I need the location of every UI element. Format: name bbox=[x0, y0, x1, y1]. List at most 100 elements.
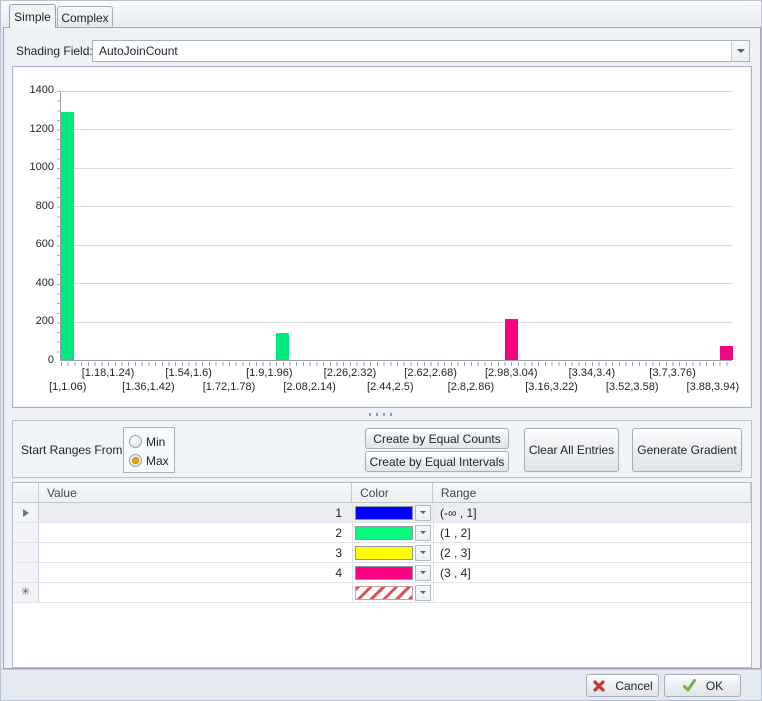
color-dropdown-button[interactable] bbox=[415, 525, 431, 541]
cancel-x-icon bbox=[592, 679, 606, 693]
shading-field-combobox[interactable]: AutoJoinCount bbox=[92, 40, 750, 62]
value-cell[interactable]: 4 bbox=[39, 563, 353, 582]
current-row-arrow-icon bbox=[23, 509, 29, 517]
tab-complex-label: Complex bbox=[61, 11, 108, 25]
tab-page-simple: Shading Field: AutoJoinCount 02004006008… bbox=[3, 27, 761, 669]
range-cell[interactable] bbox=[434, 583, 751, 602]
x-axis-label-upper: [3.7,3.76) bbox=[613, 367, 733, 379]
chart-bar bbox=[61, 112, 74, 360]
color-dropdown-button[interactable] bbox=[415, 505, 431, 521]
y-axis-tick-label: 0 bbox=[16, 354, 54, 366]
color-dropdown-button[interactable] bbox=[415, 585, 431, 601]
radio-max-label: Max bbox=[146, 454, 169, 468]
splitter-dots-icon bbox=[369, 413, 395, 416]
radio-max[interactable]: Max bbox=[129, 451, 174, 470]
color-dropdown-button[interactable] bbox=[415, 545, 431, 561]
histogram-chart-panel: 0200400600800100012001400[1.18,1.24)[1.5… bbox=[12, 66, 752, 408]
cancel-button[interactable]: Cancel bbox=[586, 674, 659, 697]
chart-bar bbox=[276, 333, 289, 360]
color-cell[interactable] bbox=[353, 543, 434, 562]
splitter-handle[interactable] bbox=[12, 410, 752, 418]
combobox-dropdown-button[interactable] bbox=[731, 41, 749, 61]
color-cell[interactable] bbox=[353, 563, 434, 582]
range-cell[interactable]: (2 , 3] bbox=[434, 543, 751, 562]
grid-column-header-value[interactable]: Value bbox=[39, 483, 352, 502]
value-cell[interactable]: 1 bbox=[39, 503, 353, 522]
y-axis-tick-label: 600 bbox=[16, 238, 54, 250]
color-dropdown-button[interactable] bbox=[415, 565, 431, 581]
value-cell[interactable]: 2 bbox=[39, 523, 353, 542]
ok-button-label: OK bbox=[706, 679, 723, 693]
start-ranges-radio-group: Min Max bbox=[123, 427, 175, 473]
row-indicator-cell bbox=[13, 503, 39, 522]
row-indicator-cell: ✳ bbox=[13, 583, 39, 602]
color-cell[interactable] bbox=[353, 503, 434, 522]
y-axis-tick-label: 1200 bbox=[16, 123, 54, 135]
tab-simple[interactable]: Simple bbox=[9, 4, 56, 28]
radio-min-icon bbox=[129, 435, 142, 448]
tab-complex[interactable]: Complex bbox=[57, 6, 113, 28]
chevron-down-icon bbox=[420, 551, 426, 554]
generate-gradient-button[interactable]: Generate Gradient bbox=[632, 428, 742, 472]
chevron-down-icon bbox=[420, 531, 426, 534]
ok-button[interactable]: OK bbox=[664, 674, 741, 697]
clear-all-entries-button[interactable]: Clear All Entries bbox=[524, 428, 619, 472]
color-swatch[interactable] bbox=[355, 506, 413, 520]
color-cell[interactable] bbox=[353, 583, 434, 602]
y-gridline bbox=[61, 168, 733, 169]
grid-indicator-header[interactable] bbox=[13, 483, 39, 502]
grid-row[interactable]: 1 (-∞ , 1] bbox=[13, 503, 751, 523]
radio-min-label: Min bbox=[146, 435, 165, 449]
value-cell[interactable]: 3 bbox=[39, 543, 353, 562]
x-axis-ticks bbox=[61, 362, 733, 366]
y-gridline bbox=[61, 283, 733, 284]
color-swatch[interactable] bbox=[355, 566, 413, 580]
y-gridline bbox=[61, 322, 733, 323]
row-indicator-cell bbox=[13, 563, 39, 582]
x-axis-label-lower: [3.88,3.94) bbox=[653, 381, 762, 393]
chevron-down-icon bbox=[420, 511, 426, 514]
chevron-down-icon bbox=[737, 49, 745, 53]
y-gridline bbox=[61, 91, 733, 92]
row-indicator-cell bbox=[13, 523, 39, 542]
create-by-equal-counts-button[interactable]: Create by Equal Counts bbox=[365, 428, 509, 449]
chart-bar bbox=[720, 346, 733, 360]
grid-row[interactable]: 2 (1 , 2] bbox=[13, 523, 751, 543]
range-cell[interactable]: (1 , 2] bbox=[434, 523, 751, 542]
y-axis-tick-label: 1400 bbox=[16, 84, 54, 96]
shading-dialog: Simple Complex Shading Field: AutoJoinCo… bbox=[0, 0, 762, 701]
grid-row[interactable]: ✳ bbox=[13, 583, 751, 603]
ok-check-icon bbox=[682, 678, 697, 693]
color-swatch[interactable] bbox=[355, 546, 413, 560]
create-by-equal-intervals-button[interactable]: Create by Equal Intervals bbox=[365, 451, 509, 472]
dialog-footer: Cancel OK bbox=[1, 669, 762, 701]
y-axis-tick-label: 400 bbox=[16, 277, 54, 289]
chart-plot-area: 0200400600800100012001400[1.18,1.24)[1.5… bbox=[60, 91, 732, 361]
chevron-down-icon bbox=[420, 571, 426, 574]
cancel-button-label: Cancel bbox=[615, 679, 652, 693]
color-swatch[interactable] bbox=[355, 526, 413, 540]
y-gridline bbox=[61, 129, 733, 130]
grid-column-header-range[interactable]: Range bbox=[433, 483, 751, 502]
tab-strip: Simple Complex bbox=[1, 1, 761, 27]
value-cell[interactable] bbox=[39, 583, 353, 602]
y-axis-tick-label: 800 bbox=[16, 200, 54, 212]
tab-simple-label: Simple bbox=[14, 10, 51, 24]
grid-row[interactable]: 4 (3 , 4] bbox=[13, 563, 751, 583]
color-cell[interactable] bbox=[353, 523, 434, 542]
grid-row[interactable]: 3 (2 , 3] bbox=[13, 543, 751, 563]
shading-field-label: Shading Field: bbox=[16, 44, 93, 58]
start-ranges-label: Start Ranges From: bbox=[21, 443, 126, 457]
range-cell[interactable]: (3 , 4] bbox=[434, 563, 751, 582]
y-axis-tick-label: 200 bbox=[16, 315, 54, 327]
y-axis-tick-label: 1000 bbox=[16, 161, 54, 173]
ranges-grid: ValueColorRange1(-∞ , 1]2(1 , 2]3(2 , 3]… bbox=[12, 482, 752, 668]
y-gridline bbox=[61, 206, 733, 207]
radio-max-icon bbox=[129, 454, 142, 467]
grid-header-row: ValueColorRange bbox=[13, 483, 751, 503]
radio-min[interactable]: Min bbox=[129, 432, 174, 451]
color-swatch[interactable] bbox=[355, 586, 413, 600]
grid-column-header-color[interactable]: Color bbox=[352, 483, 433, 502]
range-cell[interactable]: (-∞ , 1] bbox=[434, 503, 751, 522]
chevron-down-icon bbox=[420, 591, 426, 594]
